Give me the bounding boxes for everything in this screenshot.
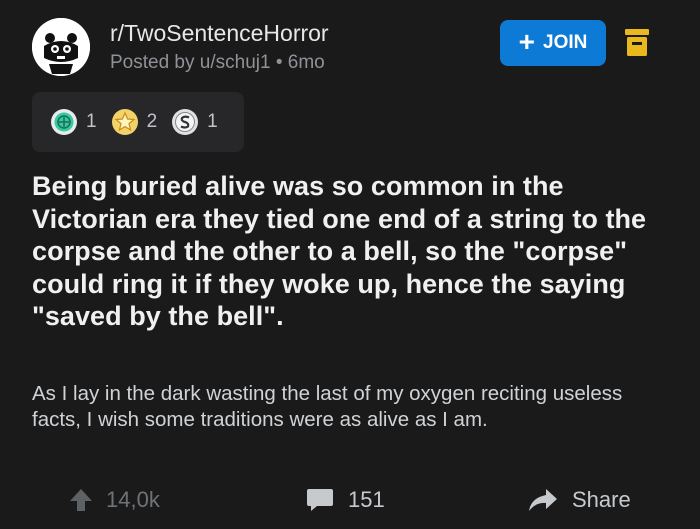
award-count: 1: [86, 111, 97, 132]
silver-award-icon: [172, 109, 199, 135]
upvote-count: 14,0k: [106, 487, 160, 512]
upvote-arrow-icon: [70, 489, 92, 511]
helpful-award-icon: [51, 109, 77, 135]
star-award-icon: [111, 109, 138, 135]
plus-icon: +: [518, 26, 535, 57]
awards-bar[interactable]: 1 2 1: [32, 92, 244, 152]
award-silver[interactable]: 1: [171, 108, 218, 136]
post-body: As I lay in the dark wasting the last of…: [32, 382, 623, 431]
post-actions: 14,0k 151 Share: [0, 480, 700, 520]
join-label: JOIN: [543, 32, 588, 53]
share-label: Share: [572, 487, 631, 512]
post-header: r/TwoSentenceHorror Posted by u/schuj1 •…: [32, 16, 672, 76]
award-count: 1: [207, 111, 218, 132]
post-meta: Posted by u/schuj1 • 6mo: [110, 52, 325, 73]
post-title[interactable]: Being buried alive was so common in the …: [32, 170, 672, 333]
comments-button[interactable]: 151: [306, 480, 385, 520]
reddit-alien-icon: [32, 18, 90, 76]
share-arrow-icon: [529, 489, 557, 511]
share-button[interactable]: Share: [528, 480, 631, 520]
comment-count: 151: [348, 487, 385, 512]
join-button[interactable]: + JOIN: [500, 20, 606, 66]
notification-bell-icon[interactable]: [624, 28, 650, 58]
award-count: 2: [146, 111, 158, 132]
comment-bubble-icon: [307, 489, 333, 511]
upvote-button[interactable]: 14,0k: [68, 480, 160, 520]
subreddit-name[interactable]: r/TwoSentenceHorror: [110, 20, 329, 47]
subreddit-avatar[interactable]: [32, 18, 90, 76]
award-helpful[interactable]: 1: [50, 108, 97, 136]
award-star[interactable]: 2: [111, 108, 158, 136]
